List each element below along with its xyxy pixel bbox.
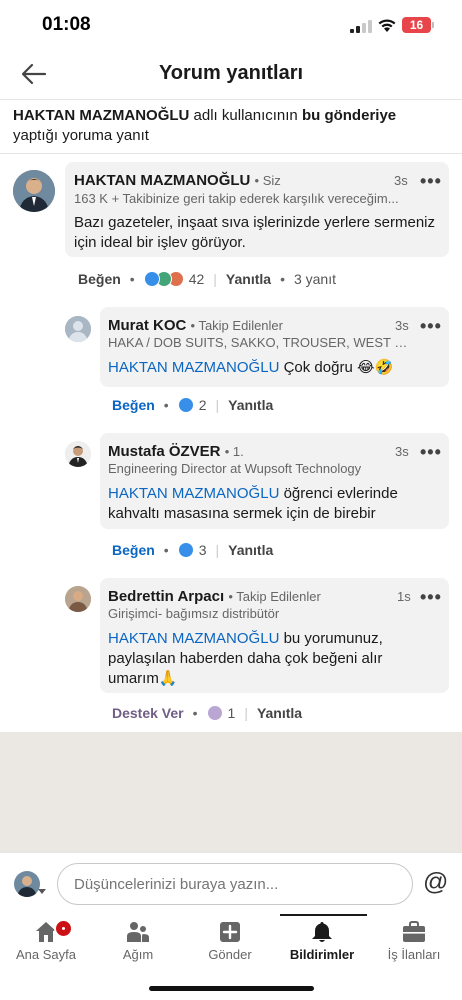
comment-time: 1s: [397, 589, 411, 604]
reaction-count: 42: [188, 271, 205, 287]
tab-home[interactable]: Ana Sayfa: [0, 914, 92, 974]
nav-header: Yorum yanıtları: [0, 48, 462, 100]
post-icon: [220, 922, 240, 942]
like-reaction-icon: [177, 397, 194, 413]
profile-photo-icon: [14, 871, 40, 897]
comment-actions: Beğen • 42 | Yanıtla • 3 yanıt: [78, 271, 336, 287]
avatar[interactable]: [14, 871, 40, 897]
context-post-link[interactable]: bu gönderiye: [302, 107, 396, 124]
commenter-name[interactable]: HAKTAN MAZMANOĞLU • Siz: [74, 172, 281, 189]
like-reaction-icon: [143, 271, 160, 287]
page-title: Yorum yanıtları: [158, 62, 304, 84]
comment-time: 3s: [395, 444, 409, 459]
comment-time: 3s: [395, 318, 409, 333]
tab-label: Bildirimler: [289, 947, 355, 962]
reply-actions: Beğen • 2 | Yanıtla: [112, 397, 274, 413]
home-indicator: [149, 986, 314, 991]
tab-jobs[interactable]: İş İlanları: [368, 914, 460, 974]
tab-label: İş İlanları: [387, 947, 441, 962]
relation-label: • Takip Edilenler: [228, 589, 321, 604]
status-bar: 01:08 16: [0, 0, 462, 48]
commenter-headline: Girişimci- bağımsız distribütör: [108, 606, 280, 621]
battery-icon: 16: [402, 17, 434, 33]
commenter-name[interactable]: Murat KOC • Takip Edilenler: [108, 317, 283, 334]
tab-label: Ana Sayfa: [16, 947, 76, 962]
tab-notifications[interactable]: Bildirimler: [276, 914, 368, 974]
reactions-summary[interactable]: 1: [206, 705, 236, 721]
mention-at-button[interactable]: @: [423, 868, 448, 897]
relation-label: • Takip Edilenler: [190, 318, 283, 333]
reply-actions: Destek Ver • 1 | Yanıtla: [112, 705, 303, 721]
tab-post[interactable]: Gönder: [184, 914, 276, 974]
notification-badge: [54, 919, 73, 938]
reply-button[interactable]: Yanıtla: [257, 705, 302, 721]
network-icon: [127, 922, 149, 942]
commenter-name[interactable]: Bedrettin Arpacı • Takip Edilenler: [108, 588, 321, 605]
more-options-icon[interactable]: •••: [420, 443, 442, 461]
relation-label: • 1.: [224, 444, 244, 459]
default-avatar-icon: [65, 316, 91, 342]
wifi-icon: [378, 19, 396, 32]
profile-photo-icon: [65, 586, 91, 612]
support-button[interactable]: Destek Ver: [112, 705, 184, 721]
tab-label: Ağım: [122, 947, 154, 962]
reaction-count: 2: [198, 397, 207, 413]
commenter-headline: Engineering Director at Wupsoft Technolo…: [108, 461, 362, 476]
commenter-headline: 163 K + Takibinize geri takip ederek kar…: [74, 191, 399, 206]
relation-label: • Siz: [254, 173, 281, 188]
avatar[interactable]: [65, 441, 91, 467]
mention-link[interactable]: HAKTAN MAZMANOĞLU: [108, 359, 279, 376]
profile-photo-icon: [65, 441, 91, 467]
comment-text: HAKTAN MAZMANOĞLU bu yorumunuz, paylaşıl…: [108, 630, 383, 687]
signal-icon: [350, 19, 372, 33]
reactions-summary[interactable]: 2: [177, 397, 207, 413]
divider: [0, 153, 462, 154]
reaction-count: 1: [227, 705, 236, 721]
reply-button[interactable]: Yanıtla: [228, 542, 273, 558]
profile-photo-icon: [13, 170, 55, 212]
reactions-summary[interactable]: 3: [177, 542, 207, 558]
reactions-summary[interactable]: 42: [143, 271, 205, 287]
mention-link[interactable]: HAKTAN MAZMANOĞLU: [108, 630, 279, 647]
bell-icon: [312, 922, 332, 942]
chevron-down-icon[interactable]: [38, 889, 46, 894]
commenter-headline: HAKA / DOB SUITS, SAKKO, TROUSER, WEST /…: [108, 335, 408, 350]
more-options-icon[interactable]: •••: [420, 317, 442, 335]
context-mid: adlı kullanıcının: [189, 107, 302, 124]
more-options-icon[interactable]: •••: [420, 172, 442, 190]
reply-context: HAKTAN MAZMANOĞLU adlı kullanıcının bu g…: [13, 106, 453, 146]
comment-composer: @: [0, 852, 462, 914]
reaction-count: 3: [198, 542, 207, 558]
context-end: yaptığı yoruma yanıt: [13, 127, 149, 144]
status-time: 01:08: [42, 14, 91, 35]
like-button[interactable]: Beğen: [112, 542, 155, 558]
tab-label: Gönder: [208, 947, 252, 962]
like-button[interactable]: Beğen: [112, 397, 155, 413]
support-reaction-icon: [206, 705, 223, 721]
context-user[interactable]: HAKTAN MAZMANOĞLU: [13, 107, 189, 124]
comment-time: 3s: [394, 173, 408, 188]
like-reaction-icon: [177, 542, 194, 558]
comment-text: HAKTAN MAZMANOĞLU öğrenci evlerinde kahv…: [108, 485, 398, 522]
tab-network[interactable]: Ağım: [92, 914, 184, 974]
like-button[interactable]: Beğen: [78, 271, 121, 287]
briefcase-icon: [403, 921, 425, 942]
avatar[interactable]: [65, 316, 91, 342]
reply-button[interactable]: Yanıtla: [226, 271, 271, 287]
more-options-icon[interactable]: •••: [420, 588, 442, 606]
avatar[interactable]: [13, 170, 55, 212]
comment-text: Bazı gazeteler, inşaat sıva işlerinizde …: [74, 214, 435, 251]
reply-button[interactable]: Yanıtla: [228, 397, 273, 413]
reply-count[interactable]: 3 yanıt: [294, 271, 336, 287]
reply-actions: Beğen • 3 | Yanıtla: [112, 542, 274, 558]
comment-text: HAKTAN MAZMANOĞLU Çok doğru 😂🤣: [108, 359, 394, 376]
empty-area: [0, 732, 462, 852]
mention-link[interactable]: HAKTAN MAZMANOĞLU: [108, 485, 279, 502]
commenter-name[interactable]: Mustafa ÖZVER • 1.: [108, 443, 244, 460]
comment-input[interactable]: [57, 863, 413, 905]
avatar[interactable]: [65, 586, 91, 612]
